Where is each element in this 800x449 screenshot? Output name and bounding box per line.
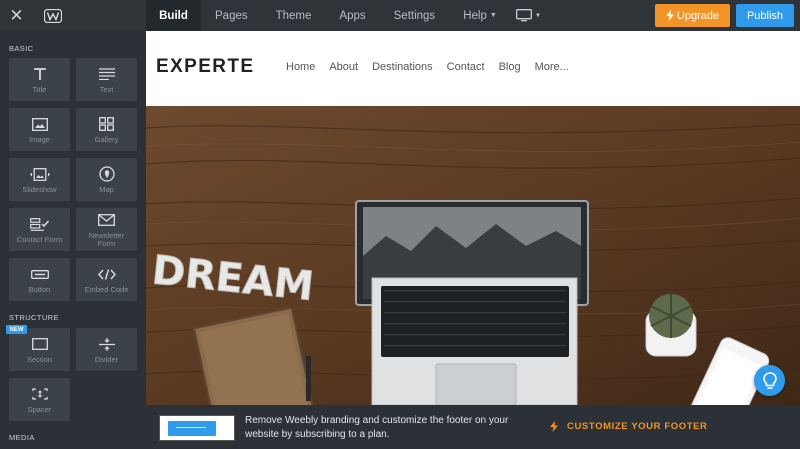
site-nav-blog[interactable]: Blog	[499, 61, 521, 73]
new-badge: NEW	[6, 325, 27, 334]
element-title[interactable]: Title	[9, 58, 70, 101]
button-icon	[30, 265, 49, 283]
element-contact-form[interactable]: Contact Form	[9, 208, 70, 251]
desktop-icon	[516, 9, 532, 22]
element-label: Image	[29, 135, 50, 144]
site-nav-more[interactable]: More...	[535, 61, 569, 73]
device-toggle[interactable]: ▼	[516, 0, 541, 31]
element-map[interactable]: Map	[76, 158, 137, 201]
slideshow-icon	[29, 165, 51, 183]
element-label: Gallery	[94, 135, 119, 144]
element-label: Embed Code	[84, 285, 129, 294]
site-nav-destinations[interactable]: Destinations	[372, 61, 433, 73]
element-newsletter-form[interactable]: Newsletter Form	[76, 208, 137, 251]
site-header: EXPERTE Home About Destinations Contact …	[146, 31, 800, 106]
help-bulb-button[interactable]	[754, 365, 785, 396]
element-embed-code[interactable]: Embed Code	[76, 258, 137, 301]
site-brand[interactable]: EXPERTE	[156, 56, 255, 78]
gallery-icon	[99, 115, 114, 133]
weebly-logo[interactable]	[33, 0, 73, 31]
site-nav-about[interactable]: About	[329, 61, 358, 73]
tab-apps[interactable]: Apps	[325, 0, 379, 31]
customize-footer-label: CUSTOMIZE YOUR FOOTER	[567, 421, 708, 432]
element-button[interactable]: Button	[9, 258, 70, 301]
element-gallery[interactable]: Gallery	[76, 108, 137, 151]
close-icon[interactable]: ✕	[0, 0, 33, 31]
lightbulb-icon	[762, 371, 777, 389]
site-preview[interactable]: EXPERTE Home About Destinations Contact …	[146, 31, 800, 405]
section-label-basic: BASIC	[9, 44, 34, 53]
envelope-icon	[98, 211, 115, 229]
text-icon	[98, 65, 115, 83]
map-pin-icon	[98, 165, 115, 183]
element-sidebar: BASIC Title Text Image Gallery Slideshow	[0, 31, 146, 449]
footer-thumbnail	[159, 415, 235, 441]
upgrade-label: Upgrade	[676, 9, 720, 22]
section-label-structure: STRUCTURE	[9, 313, 59, 322]
chevron-down-icon: ▼	[489, 12, 497, 19]
section-icon	[31, 335, 48, 353]
site-nav-contact[interactable]: Contact	[447, 61, 485, 73]
element-label: Section	[26, 355, 53, 364]
lightning-icon	[550, 421, 558, 432]
tab-help-label: Help	[463, 9, 487, 22]
element-label: Divider	[94, 355, 119, 364]
code-icon	[97, 265, 116, 283]
customize-footer-link[interactable]: CUSTOMIZE YOUR FOOTER	[550, 421, 708, 432]
element-label: Map	[99, 185, 114, 194]
tab-help[interactable]: Help ▼	[449, 0, 511, 31]
footer-notice-bar: Remove Weebly branding and customize the…	[146, 405, 800, 449]
element-label: Contact Form	[16, 235, 63, 244]
hero-image[interactable]: DREAM	[146, 106, 800, 405]
footer-notice-text: Remove Weebly branding and customize the…	[245, 415, 509, 440]
element-slideshow[interactable]: Slideshow	[9, 158, 70, 201]
element-label: Text	[99, 85, 114, 94]
tab-theme[interactable]: Theme	[262, 0, 326, 31]
element-text[interactable]: Text	[76, 58, 137, 101]
publish-button[interactable]: Publish	[736, 4, 794, 27]
element-image[interactable]: Image	[9, 108, 70, 151]
element-section[interactable]: Section	[9, 328, 70, 371]
element-divider[interactable]: Divider	[76, 328, 137, 371]
lightning-icon	[665, 10, 674, 21]
tab-settings[interactable]: Settings	[380, 0, 450, 31]
main-nav: Build Pages Theme Apps Settings Help ▼	[146, 0, 511, 31]
tab-build[interactable]: Build	[146, 0, 201, 31]
site-nav: Home About Destinations Contact Blog Mor…	[286, 61, 569, 73]
site-nav-home[interactable]: Home	[286, 61, 315, 73]
element-label: Spacer	[27, 405, 52, 414]
chevron-down-icon: ▼	[535, 12, 541, 19]
element-label: Button	[28, 285, 51, 294]
spacer-icon	[31, 385, 48, 403]
element-spacer[interactable]: Spacer	[9, 378, 70, 421]
element-label: Title	[32, 85, 47, 94]
element-label: Slideshow	[22, 185, 57, 194]
divider-icon	[98, 335, 115, 353]
upgrade-button[interactable]: Upgrade	[655, 4, 730, 27]
section-label-media: MEDIA	[9, 433, 35, 442]
form-icon	[29, 215, 50, 233]
footer-thumbnail-preview	[168, 421, 216, 436]
tab-pages[interactable]: Pages	[201, 0, 262, 31]
title-icon	[33, 65, 47, 83]
image-icon	[31, 115, 48, 133]
element-label: Newsletter Form	[88, 231, 125, 248]
